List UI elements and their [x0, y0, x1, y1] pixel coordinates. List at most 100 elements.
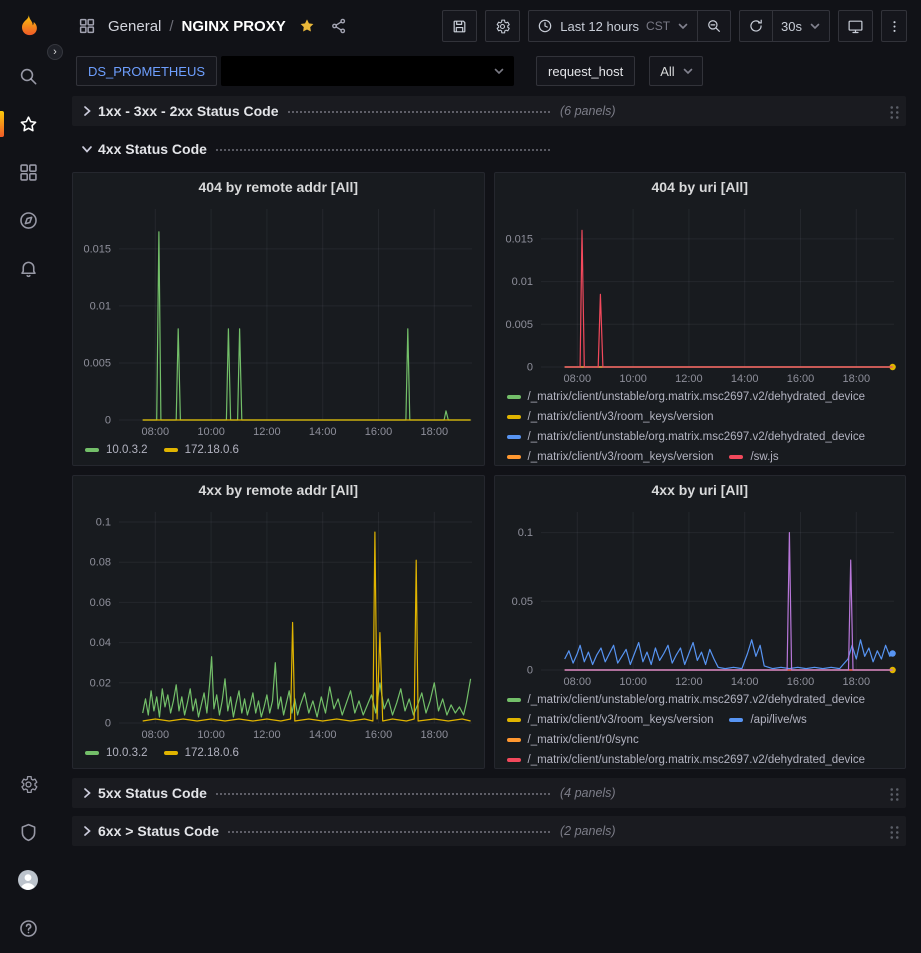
sidebar-item-search[interactable] — [0, 52, 56, 100]
breadcrumb-dashboard-title[interactable]: NGINX PROXY — [182, 18, 286, 35]
svg-text:0.005: 0.005 — [83, 358, 111, 370]
svg-text:08:00: 08:00 — [142, 426, 170, 438]
chevron-right-icon — [80, 104, 94, 118]
row-title[interactable]: 4xx Status Code — [98, 141, 207, 157]
save-icon — [451, 18, 468, 35]
svg-text:18:00: 18:00 — [421, 426, 449, 438]
legend-item[interactable]: /_matrix/client/v3/room_keys/version — [507, 407, 714, 427]
time-series-plot[interactable]: 00.0050.010.01508:0010:0012:0014:0016:00… — [495, 201, 906, 387]
row-expand-button[interactable] — [76, 782, 98, 804]
legend-label: 10.0.3.2 — [106, 747, 148, 759]
panel-title[interactable]: 404 by uri [All] — [495, 173, 906, 201]
legend-item[interactable]: /_matrix/client/unstable/org.matrix.msc2… — [507, 750, 866, 768]
legend-label: /_matrix/client/v3/room_keys/version — [528, 411, 714, 423]
sidebar-item-profile[interactable] — [0, 856, 56, 904]
time-series-plot[interactable]: 00.0050.010.01508:0010:0012:0014:0016:00… — [73, 201, 484, 440]
row-expand-button[interactable] — [76, 100, 98, 122]
dashboard-variables-bar: DS_PROMETHEUS request_host All — [56, 52, 921, 92]
svg-text:08:00: 08:00 — [563, 373, 591, 385]
legend-item[interactable]: 10.0.3.2 — [85, 440, 148, 460]
time-series-plot[interactable]: 00.050.108:0010:0012:0014:0016:0018:00 — [495, 504, 906, 690]
panel-legend: 10.0.3.2 172.18.0.6 — [73, 440, 484, 465]
time-range-label: Last 12 hours — [560, 19, 639, 34]
request-host-value-dropdown[interactable]: All — [649, 56, 702, 86]
legend-item[interactable]: /_matrix/client/unstable/org.matrix.msc2… — [507, 387, 866, 407]
svg-text:0.005: 0.005 — [505, 319, 533, 331]
legend-item[interactable]: 172.18.0.6 — [164, 743, 239, 763]
legend-item[interactable]: 172.18.0.6 — [164, 440, 239, 460]
row-drag-handle-icon[interactable] — [889, 786, 900, 801]
svg-text:0.08: 0.08 — [90, 557, 111, 569]
row-drag-handle-icon[interactable] — [889, 104, 900, 119]
row-title[interactable]: 6xx > Status Code — [98, 823, 219, 839]
panel-title[interactable]: 4xx by remote addr [All] — [73, 476, 484, 504]
panel-title[interactable]: 4xx by uri [All] — [495, 476, 906, 504]
panel-title[interactable]: 404 by remote addr [All] — [73, 173, 484, 201]
svg-text:0: 0 — [526, 362, 532, 374]
zoom-out-time-button[interactable] — [698, 10, 731, 42]
dashboard-settings-button[interactable] — [485, 10, 520, 42]
row-drag-handle-icon[interactable] — [889, 824, 900, 839]
sidebar-item-alerting[interactable] — [0, 244, 56, 292]
time-series-chart[interactable]: 00.050.108:0010:0012:0014:0016:0018:00 — [495, 504, 906, 690]
apps-grid-icon[interactable] — [76, 15, 98, 37]
legend-item[interactable]: /_matrix/client/unstable/org.matrix.msc2… — [507, 690, 866, 710]
legend-item[interactable]: /_matrix/client/v3/room_keys/version — [507, 447, 714, 465]
clock-icon — [537, 18, 553, 34]
panel-3: 4xx by remote addr [All]00.020.040.060.0… — [72, 475, 485, 769]
sidebar-item-settings[interactable] — [0, 760, 56, 808]
sidebar-item-starred[interactable] — [0, 100, 56, 148]
time-series-plot[interactable]: 00.020.040.060.080.108:0010:0012:0014:00… — [73, 504, 484, 743]
sidebar-item-server-admin[interactable] — [0, 808, 56, 856]
favorite-star-icon[interactable] — [296, 15, 318, 37]
legend-item[interactable]: /_matrix/client/unstable/org.matrix.msc2… — [507, 427, 866, 447]
legend-item[interactable]: 10.0.3.2 — [85, 743, 148, 763]
datasource-value-dropdown[interactable] — [221, 56, 514, 86]
row-dotted-filler — [228, 823, 550, 833]
breadcrumb-section[interactable]: General — [108, 18, 161, 35]
legend-item[interactable]: /_matrix/client/v3/room_keys/version — [507, 710, 714, 730]
time-series-chart[interactable]: 00.0050.010.01508:0010:0012:0014:0016:00… — [73, 201, 484, 440]
help-question-icon — [18, 918, 39, 939]
save-dashboard-button[interactable] — [442, 10, 477, 42]
topbar-actions: Last 12 hours CST — [442, 10, 907, 42]
sidebar-item-help[interactable] — [0, 904, 56, 952]
row-collapse-button[interactable] — [76, 138, 98, 160]
request-host-variable-label[interactable]: request_host — [536, 56, 635, 86]
dashboard-row-5xx[interactable]: 5xx Status Code (4 panels) — [72, 778, 906, 808]
row-expand-button[interactable] — [76, 820, 98, 842]
more-options-button[interactable] — [881, 10, 907, 42]
legend-swatch — [164, 751, 178, 755]
time-range-picker[interactable]: Last 12 hours CST — [528, 10, 698, 42]
refresh-interval-dropdown[interactable]: 30s — [773, 10, 830, 42]
legend-swatch — [164, 448, 178, 452]
dashboard-row-1xx-3xx-2xx[interactable]: 1xx - 3xx - 2xx Status Code (6 panels) — [72, 96, 906, 126]
gear-icon — [494, 18, 511, 35]
legend-swatch — [507, 455, 521, 459]
dashboard-row-6xx[interactable]: 6xx > Status Code (2 panels) — [72, 816, 906, 846]
row-title[interactable]: 1xx - 3xx - 2xx Status Code — [98, 103, 279, 119]
datasource-variable-label[interactable]: DS_PROMETHEUS — [76, 56, 217, 86]
svg-text:0.015: 0.015 — [83, 243, 111, 255]
time-series-chart[interactable]: 00.020.040.060.080.108:0010:0012:0014:00… — [73, 504, 484, 743]
legend-item[interactable]: /sw.js — [729, 447, 778, 465]
dashboard-row-4xx[interactable]: 4xx Status Code — [72, 134, 906, 164]
sidebar-item-dashboards[interactable] — [0, 148, 56, 196]
time-series-chart[interactable]: 00.0050.010.01508:0010:0012:0014:0016:00… — [495, 201, 906, 387]
bell-icon — [18, 258, 39, 279]
svg-text:0.02: 0.02 — [90, 677, 111, 689]
refresh-button[interactable] — [739, 10, 773, 42]
legend-swatch — [507, 738, 521, 742]
row-title[interactable]: 5xx Status Code — [98, 785, 207, 801]
legend-item[interactable]: /api/live/ws — [729, 710, 806, 730]
svg-text:0: 0 — [105, 718, 111, 730]
gear-icon — [18, 774, 39, 795]
legend-item[interactable]: /_matrix/client/r0/sync — [507, 730, 639, 750]
legend-swatch — [85, 751, 99, 755]
grafana-logo-button[interactable] — [0, 2, 56, 52]
sidebar-expand-button[interactable]: › — [47, 44, 63, 60]
refresh-icon — [748, 18, 764, 34]
share-icon[interactable] — [328, 15, 350, 37]
cycle-view-mode-button[interactable] — [838, 10, 873, 42]
sidebar-item-explore[interactable] — [0, 196, 56, 244]
